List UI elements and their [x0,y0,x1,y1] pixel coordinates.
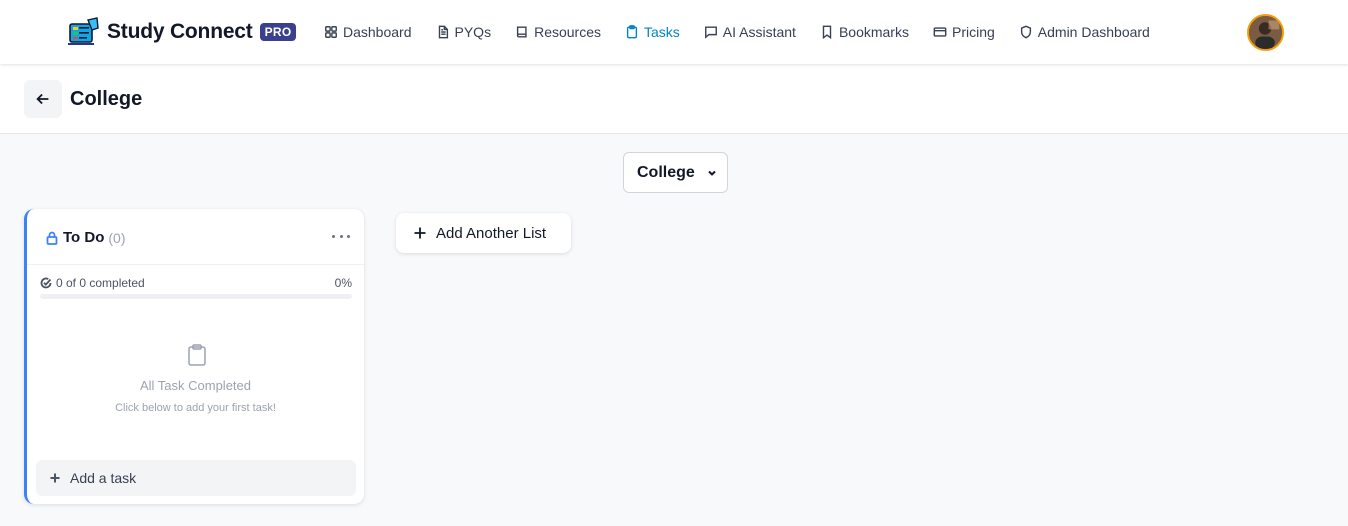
progress-percent: 0% [334,276,352,290]
user-avatar[interactable] [1247,14,1284,51]
empty-state-subtitle: Click below to add your first task! [115,402,276,414]
clipboard-icon [187,344,207,366]
grid-icon [325,26,337,38]
empty-state-title: All Task Completed [139,378,252,393]
top-navbar: Study Connect PRO Dashboard PYQs Resourc… [0,0,1348,64]
list-title[interactable]: To Do (0) [45,229,126,246]
board-select[interactable]: College [623,152,728,193]
file-text-icon [438,25,448,39]
bookmark-icon [822,25,832,39]
plus-icon [50,473,60,483]
nav-label: PYQs [454,24,492,40]
list-name: To Do [63,229,105,246]
page-header: College [0,64,1348,134]
nav-label: Bookmarks [838,24,909,40]
nav-item-pricing[interactable]: Pricing [933,24,995,40]
progress-text: 0 of 0 completed [56,276,145,290]
list-progress-row: 0 of 0 completed 0% [40,276,352,290]
list-header: To Do (0) [27,209,364,265]
page-title: College [70,88,143,110]
back-button[interactable] [24,80,62,118]
nav-item-pyqs[interactable]: PYQs [436,24,492,40]
nav-label: Pricing [951,24,995,40]
nav-item-admin-dashboard[interactable]: Admin Dashboard [1019,24,1150,40]
pro-badge: PRO [259,23,297,41]
progress-bar [40,294,352,299]
nav-label: Dashboard [343,24,412,40]
brand[interactable]: Study Connect PRO [68,16,297,48]
nav-item-resources[interactable]: Resources [515,24,601,40]
credit-card-icon [933,27,947,37]
arrow-left-icon [36,93,49,105]
board-select-value: College [637,163,695,181]
task-list-card: To Do (0) 0 of 0 completed 0% All Task C… [24,209,364,504]
avatar-image [1249,16,1282,49]
add-another-list-button[interactable]: Add Another List [396,213,571,253]
list-count: (0) [108,229,126,246]
nav-item-bookmarks[interactable]: Bookmarks [820,24,909,40]
progress-label: 0 of 0 completed [40,276,145,290]
nav-item-ai-assistant[interactable]: AI Assistant [704,24,796,40]
check-circle-icon [40,277,52,289]
clipboard-icon [626,25,638,39]
add-task-label: Add a task [70,470,137,486]
main-nav: Dashboard PYQs Resources Tasks AI Assist… [324,22,1174,42]
nav-item-dashboard[interactable]: Dashboard [324,24,412,40]
brand-name: Study Connect [107,20,253,43]
plus-icon [414,227,426,239]
nav-label: AI Assistant [722,24,796,40]
message-square-icon [704,26,717,39]
brand-logo-icon [68,17,99,45]
nav-label: Tasks [644,24,680,40]
nav-label: Resources [534,24,601,40]
shield-icon [1020,25,1031,39]
add-list-label: Add Another List [436,224,547,242]
lock-icon [46,231,58,245]
add-task-button[interactable]: Add a task [36,460,356,496]
list-more-options-icon[interactable] [332,231,350,241]
nav-item-tasks[interactable]: Tasks [625,24,680,40]
book-icon [517,26,527,38]
nav-label: Admin Dashboard [1037,24,1150,40]
chevron-down-icon [708,170,716,176]
